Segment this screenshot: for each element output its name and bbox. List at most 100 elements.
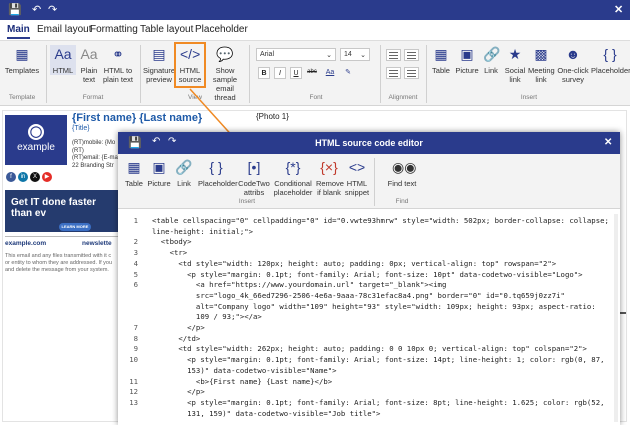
signature-title[interactable]: {Title} bbox=[72, 125, 90, 132]
codetwo-attribs-button[interactable]: [•] CodeTwo attribs bbox=[238, 158, 270, 197]
code-line[interactable]: <tbody> bbox=[152, 237, 192, 248]
newsletter-link[interactable]: newslette bbox=[82, 240, 112, 247]
tab-table-layout[interactable]: Table layout bbox=[140, 24, 193, 35]
redo-icon[interactable]: ↷ bbox=[48, 3, 57, 16]
divider bbox=[374, 158, 375, 206]
banner-text: Get IT done faster than ev bbox=[11, 197, 97, 219]
linkedin-icon[interactable]: in bbox=[18, 172, 28, 182]
group-format-label: Format bbox=[82, 94, 104, 101]
code-line[interactable]: <td style="width: 120px; height: auto; p… bbox=[152, 259, 556, 270]
align-left-icon[interactable] bbox=[386, 49, 401, 61]
table-button[interactable]: ▦ Table bbox=[430, 45, 452, 75]
plain-text-button[interactable]: Aa Plain text bbox=[78, 45, 100, 84]
dialog-picture-button[interactable]: ▣ Picture bbox=[146, 158, 172, 188]
survey-button[interactable]: ☻ One-click survey bbox=[556, 45, 590, 84]
code-line[interactable]: <p style="margin: 0.1pt; font-family: Ar… bbox=[152, 355, 604, 366]
code-line[interactable]: <p style="margin: 0.1pt; font-family: Ar… bbox=[152, 270, 582, 281]
code-line[interactable]: alt="Company logo" width="109" height="9… bbox=[152, 302, 596, 313]
code-line[interactable]: <p style="margin: 0.1pt; font-family: Ar… bbox=[152, 398, 604, 409]
line-number: 9 bbox=[133, 344, 138, 354]
italic-button[interactable]: I bbox=[274, 67, 286, 79]
font-size-select[interactable]: 14 ⌄ bbox=[340, 48, 370, 61]
line-number: 12 bbox=[129, 387, 138, 397]
code-line[interactable]: line-height: initial;"> bbox=[152, 227, 253, 238]
dialog-table-button[interactable]: ▦ Table bbox=[124, 158, 144, 188]
scrollbar[interactable] bbox=[614, 214, 618, 422]
calendar-icon: ▩ bbox=[534, 46, 548, 62]
code-editor[interactable]: 1 <table cellspacing="0" cellpadding="0" … bbox=[118, 210, 620, 425]
close-icon[interactable]: ✕ bbox=[614, 3, 623, 16]
line-number: 6 bbox=[133, 280, 138, 290]
divider bbox=[46, 45, 47, 103]
title-bar: 💾 ↶ ↷ ✕ bbox=[0, 0, 630, 20]
dialog-link-button[interactable]: 🔗 Link bbox=[174, 158, 194, 188]
tab-email-layout[interactable]: Email layout bbox=[37, 24, 91, 35]
company-logo[interactable]: ◯ example bbox=[5, 115, 67, 165]
align-justify-icon[interactable] bbox=[404, 67, 419, 79]
strikethrough-button[interactable]: abc bbox=[306, 67, 318, 79]
html-to-plain-button[interactable]: ⚭ HTML to plain text bbox=[101, 45, 135, 84]
tab-main[interactable]: Main bbox=[7, 24, 30, 39]
font-color-button[interactable]: Aa bbox=[324, 67, 336, 79]
line-number: 7 bbox=[133, 323, 138, 332]
undo-icon[interactable]: ↶ bbox=[32, 3, 41, 16]
save-icon[interactable]: 💾 bbox=[8, 3, 22, 16]
code-line[interactable]: <table cellspacing="0" cellpadding="0" i… bbox=[152, 216, 609, 227]
code-line[interactable]: </td> bbox=[152, 334, 200, 345]
youtube-icon[interactable]: ▶ bbox=[42, 172, 52, 182]
link-button[interactable]: 🔗 Link bbox=[482, 45, 500, 75]
code-line[interactable]: <td style="width: 262px; height: auto; p… bbox=[152, 344, 587, 355]
line-number: 5 bbox=[133, 269, 138, 279]
tab-placeholder[interactable]: Placeholder bbox=[195, 24, 248, 35]
facebook-icon[interactable]: f bbox=[6, 172, 16, 182]
templates-button[interactable]: ▦ Templates bbox=[4, 45, 40, 75]
promo-banner[interactable]: Get IT done faster than ev LEARN MORE bbox=[5, 190, 125, 232]
picture-icon: ▣ bbox=[152, 159, 166, 175]
code-line[interactable]: </p> bbox=[152, 323, 205, 334]
underline-button[interactable]: U bbox=[290, 67, 302, 79]
placeholder-button[interactable]: { } Placeholder bbox=[591, 45, 630, 75]
font-name-select[interactable]: Arial ⌄ bbox=[256, 48, 336, 61]
conditional-icon: {*} bbox=[285, 159, 301, 175]
code-line[interactable]: </p> bbox=[152, 387, 205, 398]
dialog-title: HTML source code editor bbox=[315, 138, 423, 148]
tab-formatting[interactable]: Formatting bbox=[90, 24, 138, 35]
group-font-label: Font bbox=[309, 94, 323, 101]
conditional-placeholder-button[interactable]: {*} Conditional placeholder bbox=[272, 158, 314, 197]
picture-button[interactable]: ▣ Picture bbox=[454, 45, 480, 75]
align-center-icon[interactable] bbox=[404, 49, 419, 61]
html-snippet-button[interactable]: <> HTML snippet bbox=[344, 158, 370, 197]
dialog-close-icon[interactable]: ✕ bbox=[604, 137, 612, 148]
code-line[interactable]: <b>{First name} {Last name}</b> bbox=[152, 377, 332, 388]
contact-line: (RT) bbox=[72, 147, 84, 154]
align-right-icon[interactable] bbox=[386, 67, 401, 79]
contact-line: (RT)email: {E-ma bbox=[72, 155, 118, 161]
signature-photo[interactable]: {Photo 1} bbox=[256, 112, 289, 121]
dialog-placeholder-button[interactable]: { } Placeholder bbox=[198, 158, 238, 188]
code-line[interactable]: 153)" data-codetwo-visible="Name"> bbox=[152, 366, 336, 377]
html-format-icon: Aa bbox=[54, 46, 72, 62]
code-line[interactable]: 131, 159)" data-codetwo-visible="Job tit… bbox=[152, 409, 380, 420]
x-icon[interactable]: X bbox=[30, 172, 40, 182]
templates-icon: ▦ bbox=[15, 46, 29, 62]
find-text-button[interactable]: ◉◉ Find text bbox=[382, 158, 422, 188]
signature-preview-button[interactable]: ▤ Signature preview bbox=[143, 45, 175, 84]
code-line[interactable]: 109 / 93;"></a> bbox=[152, 312, 262, 323]
code-line[interactable]: <tr> bbox=[152, 248, 188, 259]
social-link-button[interactable]: ★ Social link bbox=[504, 45, 526, 84]
picture-icon: ▣ bbox=[460, 46, 474, 62]
meeting-link-button[interactable]: ▩ Meeting link bbox=[528, 45, 555, 84]
learn-more-button[interactable]: LEARN MORE bbox=[59, 223, 91, 231]
remove-if-blank-button[interactable]: {×} Remove if blank bbox=[316, 158, 344, 197]
chevron-down-icon: ⌄ bbox=[360, 52, 366, 59]
plain-text-icon: Aa bbox=[80, 46, 98, 62]
code-line[interactable]: <a href="https://www.yourdomain.url" tar… bbox=[152, 280, 446, 291]
divider bbox=[426, 45, 427, 103]
highlight-icon[interactable]: ✎ bbox=[342, 67, 354, 79]
domain-link[interactable]: example.com bbox=[5, 240, 46, 247]
bold-button[interactable]: B bbox=[258, 67, 270, 79]
resize-handle[interactable] bbox=[620, 312, 626, 314]
code-line[interactable]: src="logo_4k_66ed7296-2506-4e6a-9aaa-78c… bbox=[152, 291, 565, 302]
signature-name[interactable]: {First name} {Last name} bbox=[72, 112, 202, 124]
html-button[interactable]: Aa HTML bbox=[50, 45, 76, 75]
